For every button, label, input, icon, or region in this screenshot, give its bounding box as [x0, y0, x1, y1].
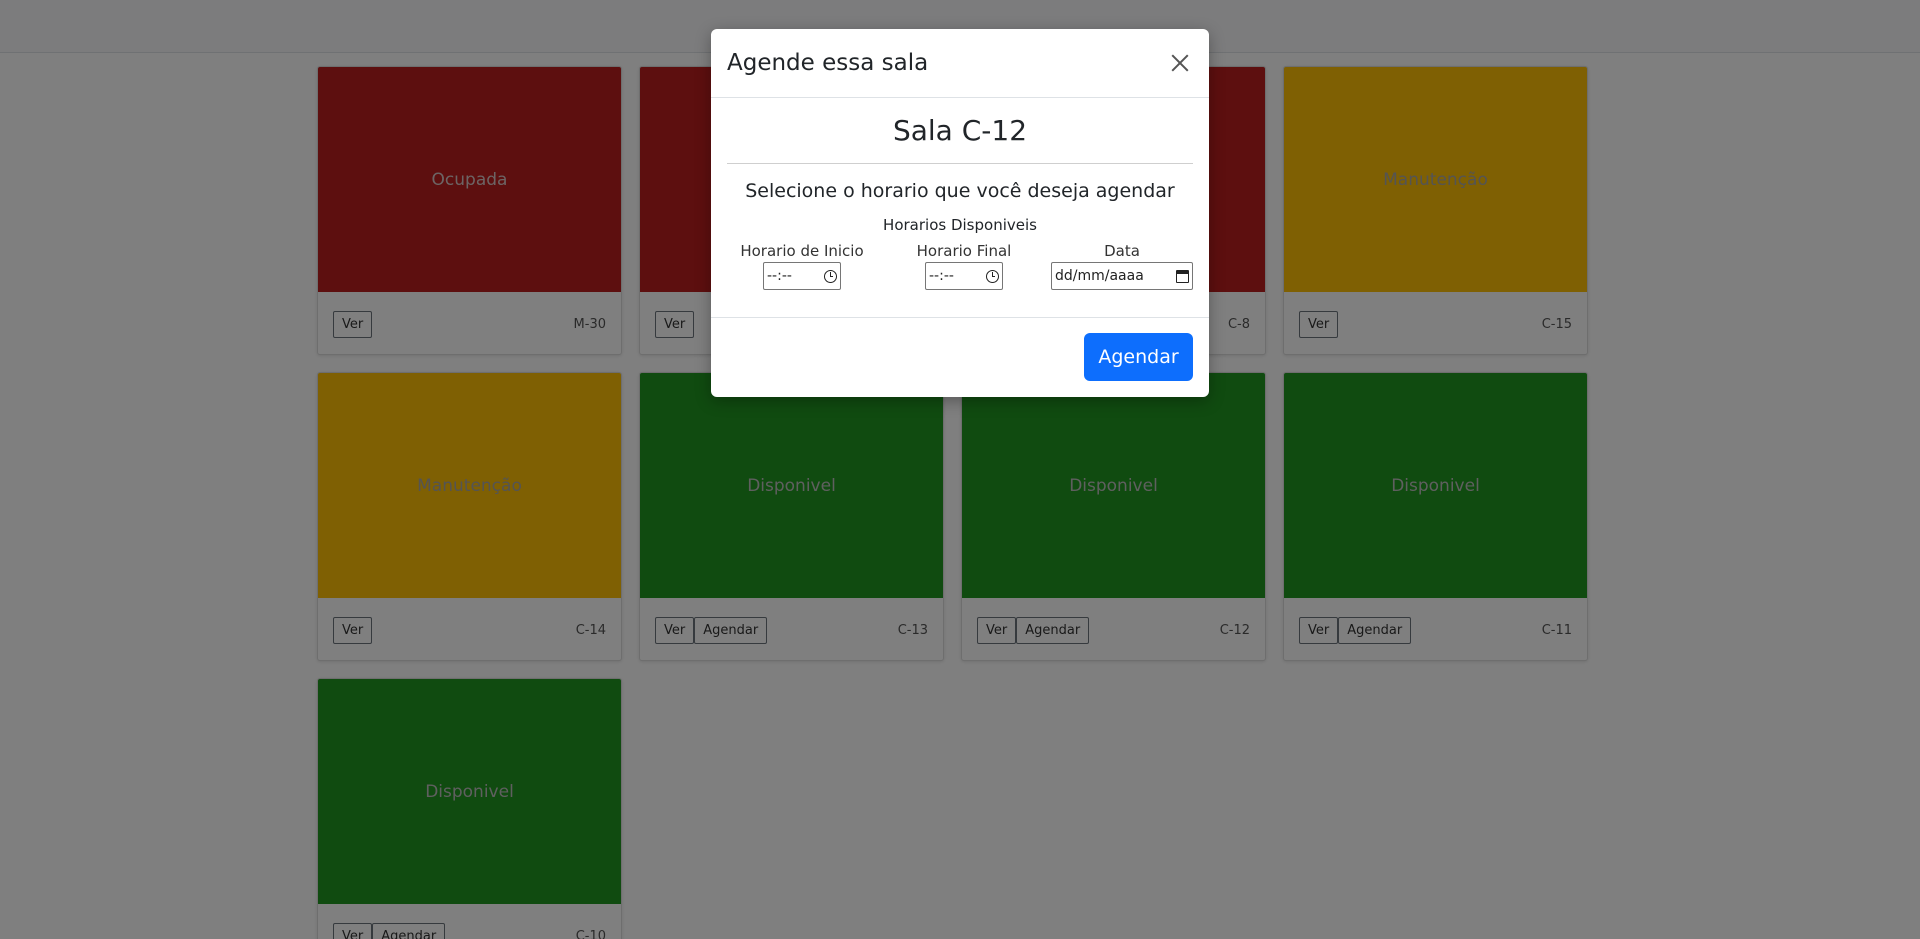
modal-footer: Agendar: [711, 318, 1209, 396]
close-icon[interactable]: [1167, 50, 1193, 76]
start-time-input[interactable]: --:--: [763, 262, 841, 290]
clock-icon[interactable]: [986, 269, 999, 283]
end-time-value: --:--: [929, 268, 954, 284]
date-group: Data dd/mm/aaaa: [1051, 242, 1193, 290]
room-heading: Sala C-12: [727, 98, 1193, 164]
available-times-heading: Horarios Disponiveis: [883, 216, 1037, 234]
end-time-input[interactable]: --:--: [925, 262, 1003, 290]
modal-title: Agende essa sala: [727, 50, 929, 76]
end-time-label: Horario Final: [916, 242, 1012, 260]
date-value: dd/mm/aaaa: [1055, 268, 1144, 284]
start-time-label: Horario de Inicio: [740, 242, 864, 260]
start-time-group: Horario de Inicio --:--: [727, 242, 877, 290]
schedule-modal: Agende essa sala Sala C-12 Selecione o h…: [711, 29, 1209, 397]
schedule-submit-button[interactable]: Agendar: [1084, 333, 1193, 381]
clock-icon[interactable]: [824, 269, 837, 283]
date-input[interactable]: dd/mm/aaaa: [1051, 262, 1193, 290]
time-fields: Horario de Inicio --:-- Horario Final --…: [727, 242, 1193, 290]
start-time-value: --:--: [767, 268, 792, 284]
modal-header: Agende essa sala: [711, 29, 1209, 98]
calendar-icon[interactable]: [1176, 269, 1189, 283]
modal-body: Sala C-12 Selecione o horario que você d…: [711, 98, 1209, 318]
end-time-group: Horario Final --:--: [889, 242, 1039, 290]
instruction-text: Selecione o horario que você deseja agen…: [745, 180, 1175, 202]
date-label: Data: [1104, 242, 1140, 260]
